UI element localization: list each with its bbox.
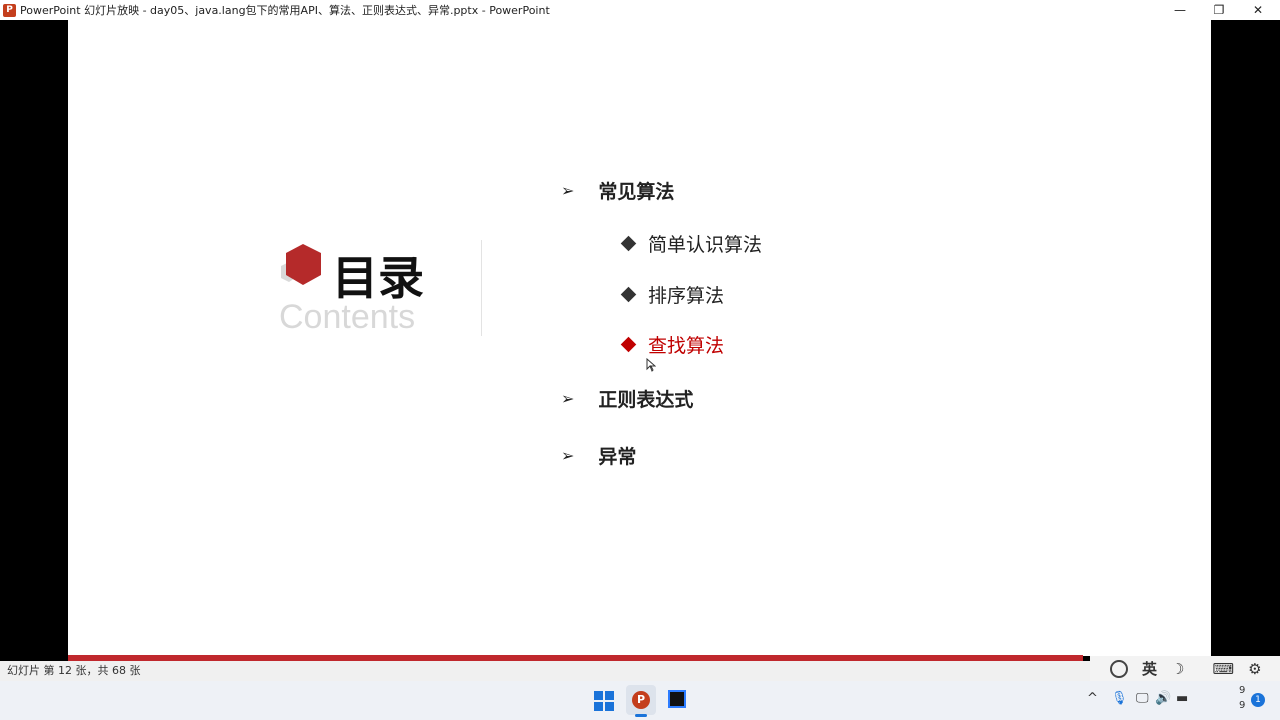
toc-label: 排序算法 (648, 285, 725, 307)
window-title: PowerPoint 幻灯片放映 - day05、java.lang包下的常用A… (20, 4, 550, 17)
volume-icon[interactable]: 🔊 (1155, 691, 1171, 706)
arrow-bullet-icon: ➢ (561, 181, 575, 200)
powerpoint-icon: P (632, 691, 650, 709)
moon-icon[interactable]: ☽ (1171, 660, 1184, 678)
network-icon[interactable]: 🖵 (1136, 691, 1149, 706)
slide[interactable]: 目录 Contents ➢ 常见算法 简单认识算法 排序算法 查找算法 ➢ 正则表达… (68, 20, 1211, 656)
clock-date[interactable]: 9 (1239, 700, 1245, 711)
keyboard-icon[interactable]: ⌨ (1212, 660, 1234, 678)
title-bar: P PowerPoint 幻灯片放映 - day05、java.lang包下的常… (0, 0, 1280, 20)
slide-counter: 幻灯片 第 12 张，共 68 张 (7, 664, 141, 677)
diamond-bullet-icon (620, 336, 637, 353)
toc-subitem: 排序算法 (620, 281, 725, 308)
tray-chevron-icon[interactable]: ^ (1087, 691, 1098, 706)
hexagon-logo-icon (281, 244, 321, 285)
toc-label: 简单认识算法 (648, 234, 763, 256)
toc-item: ➢ 异常 (561, 442, 636, 469)
arrow-bullet-icon: ➢ (561, 446, 575, 465)
toc-label: 正则表达式 (598, 389, 694, 411)
ime-language-toggle[interactable]: 英 (1142, 658, 1157, 679)
toc-label: 常见算法 (598, 181, 675, 203)
toc-label: 异常 (598, 446, 637, 468)
arrow-bullet-icon: ➢ (561, 389, 575, 408)
slide-subtitle: Contents (279, 298, 416, 336)
toc-item: ➢ 常见算法 (561, 177, 674, 204)
battery-icon[interactable]: ▬ (1176, 691, 1188, 706)
gear-icon[interactable]: ⚙ (1248, 660, 1261, 678)
windows-start-icon[interactable] (594, 691, 614, 711)
ime-toolbar: 英 ☽ ⌨ ⚙ (1090, 656, 1280, 681)
powerpoint-icon: P (3, 3, 16, 17)
taskbar-powerpoint[interactable]: P (626, 685, 656, 717)
diamond-bullet-icon (620, 235, 637, 252)
toc-subitem-active: 查找算法 (620, 331, 725, 358)
toc-item: ➢ 正则表达式 (561, 385, 693, 412)
intellij-icon[interactable] (668, 690, 686, 708)
clock-time[interactable]: 9 (1239, 685, 1245, 696)
notification-badge[interactable]: 1 (1251, 693, 1265, 707)
ime-logo-icon[interactable] (1110, 659, 1128, 678)
taskbar: P ^ 🎙 🖵 🔊 ▬ 9 9 1 (0, 681, 1280, 720)
microphone-icon[interactable]: 🎙 (1111, 691, 1128, 706)
toc-label: 查找算法 (648, 335, 725, 357)
divider (481, 240, 482, 336)
close-button[interactable]: ✕ (1238, 0, 1278, 20)
status-bar: 幻灯片 第 12 张，共 68 张 (0, 661, 1280, 681)
diamond-bullet-icon (620, 286, 637, 303)
mouse-cursor-icon (646, 358, 656, 372)
toc-subitem: 简单认识算法 (620, 230, 763, 257)
restore-button[interactable]: ❐ (1199, 0, 1239, 20)
minimize-button[interactable]: — (1160, 0, 1200, 20)
